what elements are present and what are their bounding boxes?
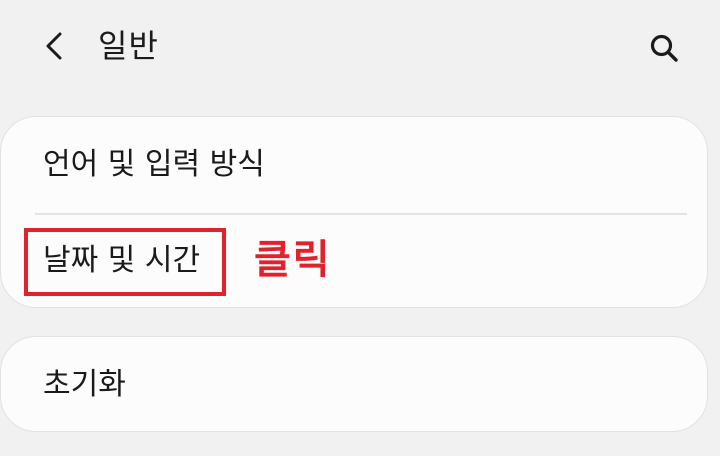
settings-group-card: 초기화 bbox=[0, 336, 708, 432]
app-bar: 일반 bbox=[0, 0, 720, 92]
back-button[interactable] bbox=[34, 26, 74, 66]
page-title: 일반 bbox=[98, 27, 159, 65]
search-icon bbox=[650, 34, 678, 62]
highlight-box bbox=[24, 228, 226, 296]
chevron-left-icon bbox=[46, 32, 62, 60]
setting-item-label: 초기화 bbox=[43, 367, 126, 402]
click-annotation: 클릭 bbox=[254, 237, 332, 283]
search-button[interactable] bbox=[642, 26, 686, 70]
setting-item-reset[interactable]: 초기화 bbox=[1, 337, 707, 433]
setting-item-language-input[interactable]: 언어 및 입력 방식 bbox=[1, 117, 707, 213]
setting-item-label: 언어 및 입력 방식 bbox=[43, 147, 265, 182]
